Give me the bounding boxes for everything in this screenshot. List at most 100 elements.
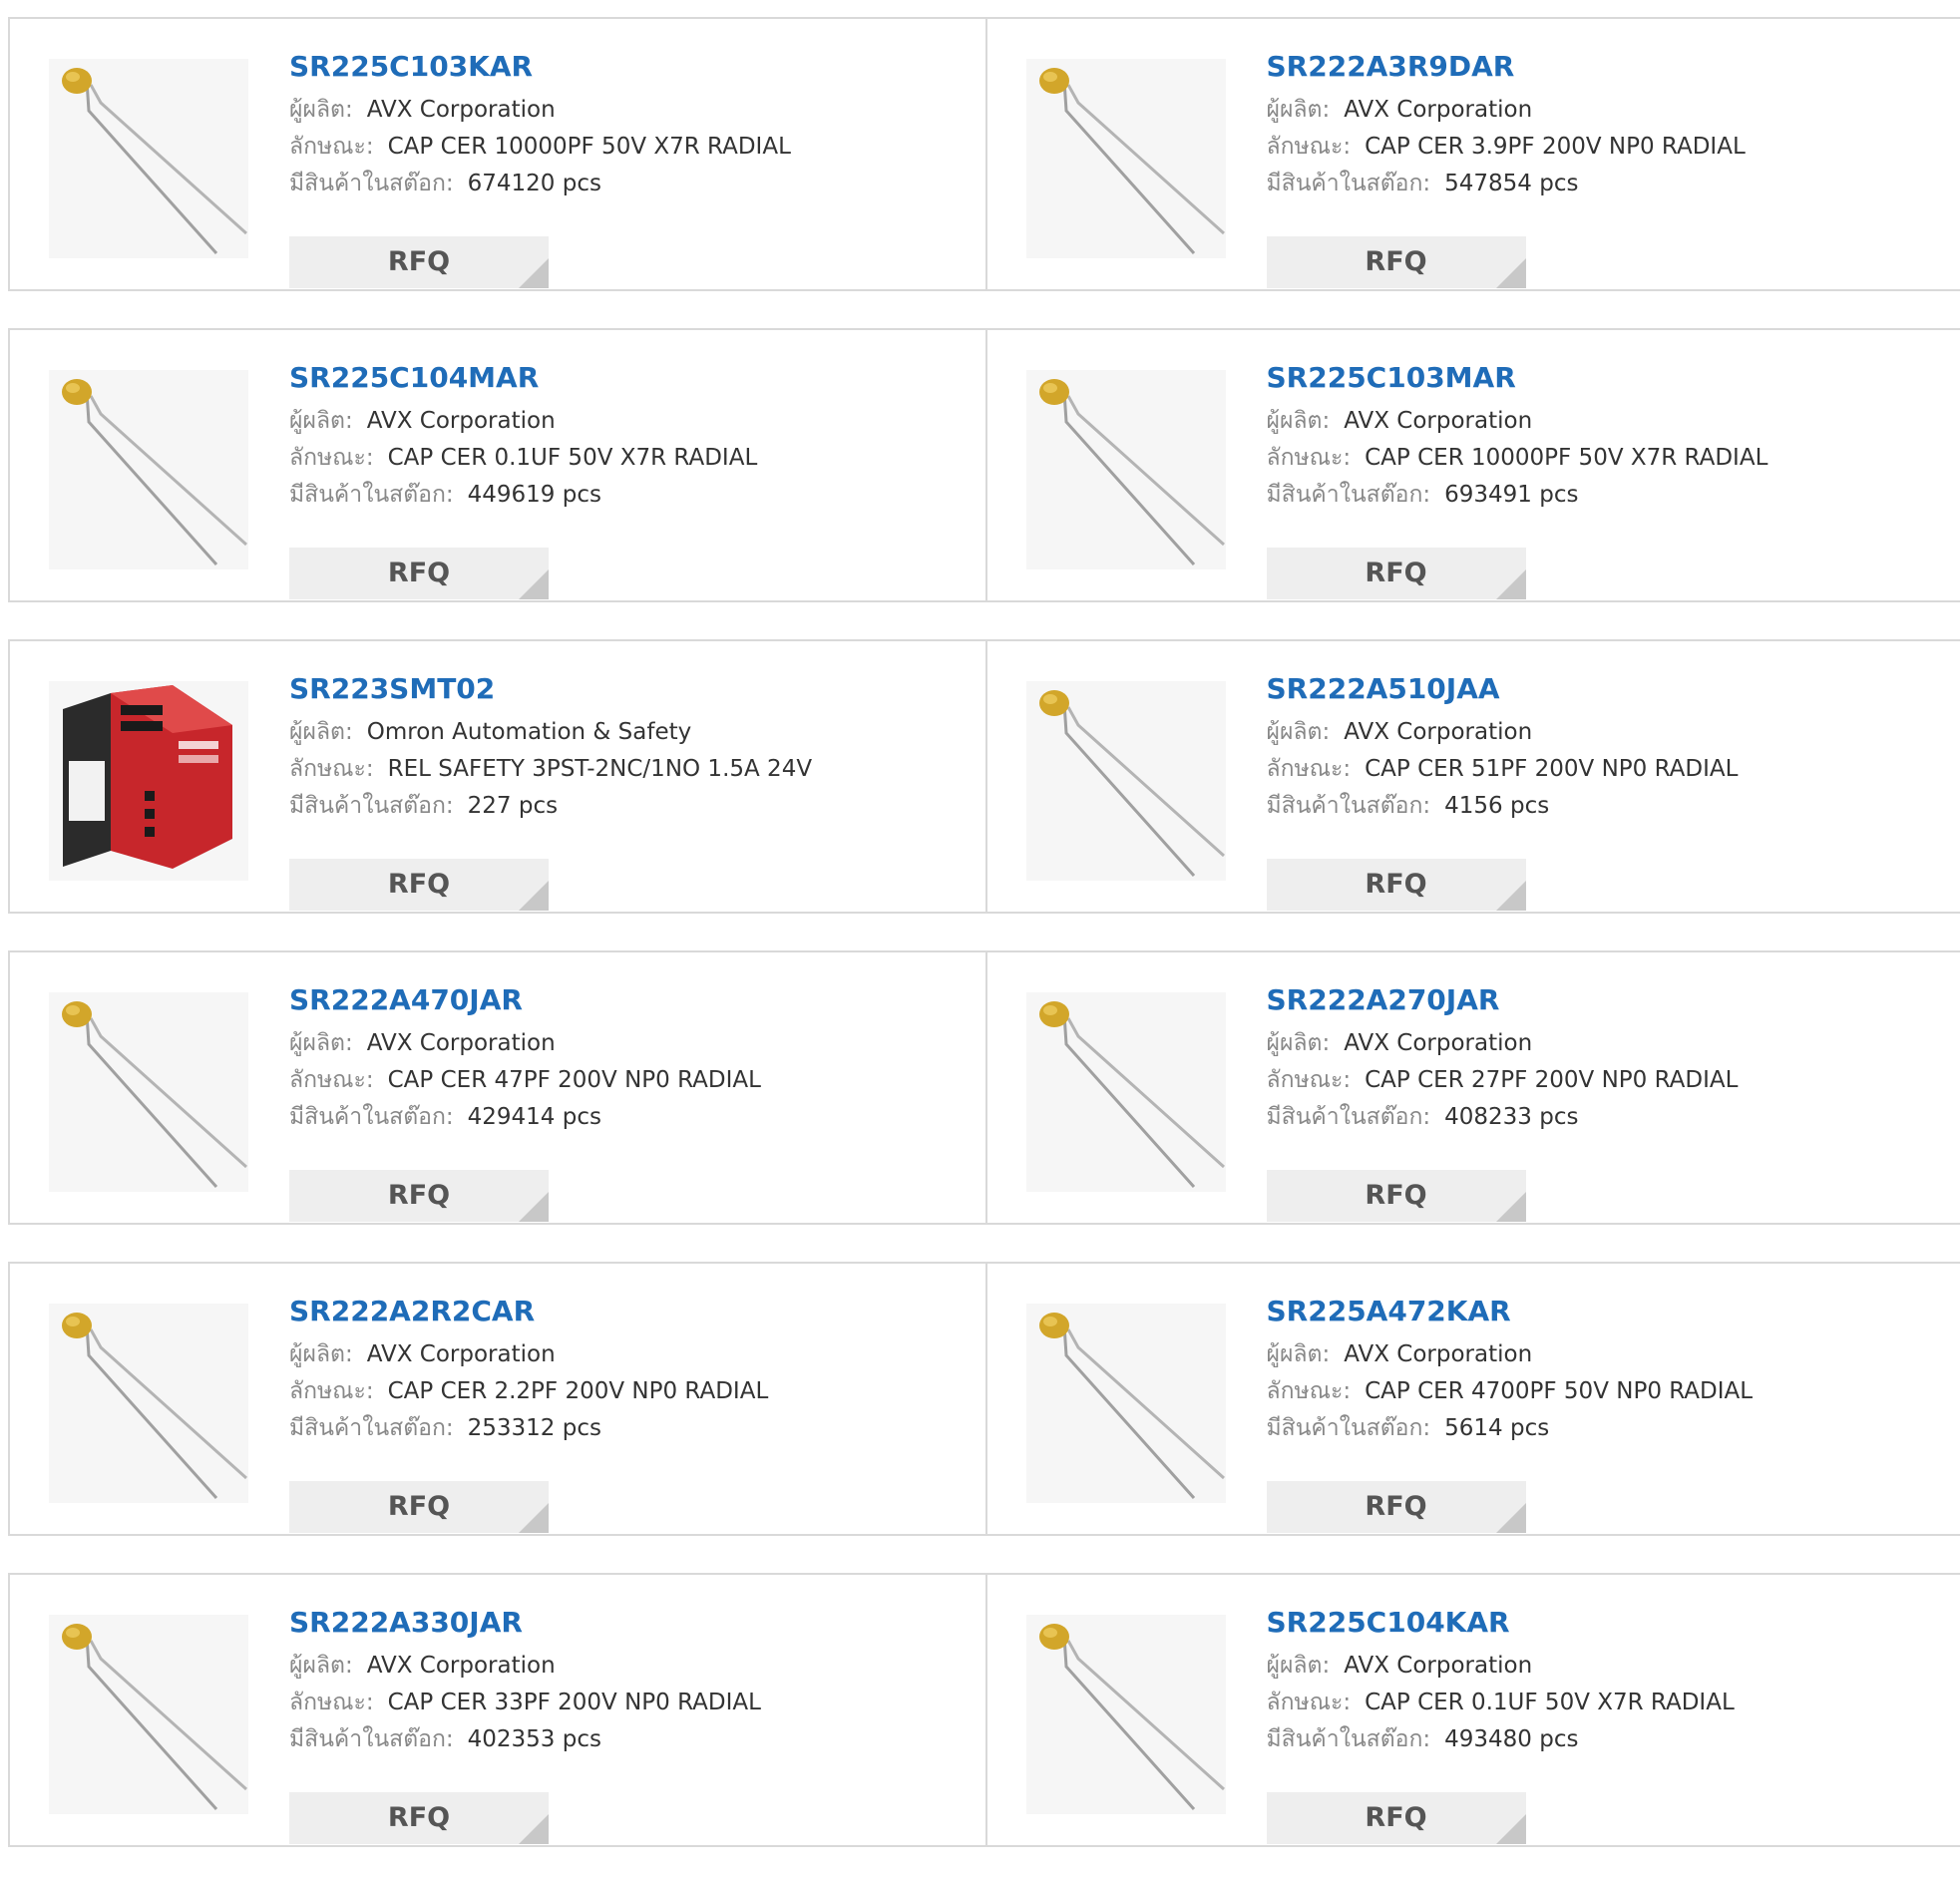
rfq-button[interactable]: RFQ (289, 859, 549, 911)
manufacturer-label: ผู้ผลิต: (289, 1653, 353, 1679)
description-line: ลักษณะ:CAP CER 2.2PF 200V NP0 RADIAL (289, 1376, 976, 1413)
product-image[interactable] (1026, 681, 1226, 881)
corner-triangle-icon (1496, 881, 1526, 911)
rfq-button[interactable]: RFQ (289, 1792, 549, 1844)
rfq-button[interactable]: RFQ (289, 548, 549, 599)
stock-label: มีสินค้าในสต๊อก: (1267, 171, 1431, 196)
description-value: CAP CER 10000PF 50V X7R RADIAL (1365, 445, 1767, 471)
manufacturer-value: Omron Automation & Safety (367, 719, 692, 745)
stock-value: 429414 pcs (468, 1104, 601, 1130)
manufacturer-line: ผู้ผลิต: AVX Corporation (1267, 1339, 1951, 1376)
manufacturer-line: ผู้ผลิต:AVX Corporation (289, 1028, 976, 1065)
stock-value: 449619 pcs (468, 482, 601, 508)
description-line: ลักษณะ:CAP CER 3.9PF 200V NP0 RADIAL (1267, 132, 1951, 169)
product-image[interactable] (1026, 1304, 1226, 1503)
stock-value: 408233 pcs (1444, 1104, 1578, 1130)
rfq-button[interactable]: RFQ (1267, 1170, 1526, 1222)
product-image[interactable] (1026, 1615, 1226, 1814)
part-number-link[interactable]: SR222A330JAR (289, 1605, 976, 1641)
manufacturer-line: ผู้ผลิต:AVX Corporation (289, 1651, 976, 1688)
radial-capacitor-icon (49, 1304, 248, 1503)
product-image[interactable] (49, 992, 248, 1192)
manufacturer-line: ผู้ผลิต:AVX Corporation (1267, 717, 1951, 754)
product-image[interactable] (49, 370, 248, 569)
rfq-button[interactable]: RFQ (1267, 1792, 1526, 1844)
rfq-button[interactable]: RFQ (1267, 859, 1526, 911)
stock-line: มีสินค้าในสต๊อก:4156 pcs (1267, 791, 1951, 828)
description-label: ลักษณะ: (1267, 756, 1352, 782)
radial-capacitor-icon (1026, 1615, 1226, 1814)
manufacturer-label: ผู้ผลิต: (289, 408, 353, 434)
part-number-link[interactable]: SR225C103KAR (289, 49, 976, 85)
manufacturer-value: AVX Corporation (1344, 408, 1532, 434)
product-image[interactable] (1026, 370, 1226, 569)
description-label: ลักษณะ: (289, 134, 374, 160)
rfq-label: RFQ (388, 1802, 450, 1833)
product-row: SR222A330JAR ผู้ผลิต:AVX Corporation ลัก… (8, 1573, 1960, 1847)
stock-value: 674120 pcs (468, 171, 601, 196)
corner-triangle-icon (519, 258, 549, 288)
product-image[interactable] (1026, 59, 1226, 258)
part-number-link[interactable]: SR225A472KAR (1267, 1294, 1951, 1329)
manufacturer-value: AVX Corporation (1344, 1030, 1532, 1056)
corner-triangle-icon (1496, 569, 1526, 599)
manufacturer-line: ผู้ผลิต: Omron Automation & Safety (289, 717, 976, 754)
manufacturer-label: ผู้ผลิต: (289, 719, 353, 745)
part-number-link[interactable]: SR222A510JAA (1267, 671, 1951, 707)
description-label: ลักษณะ: (1267, 445, 1352, 471)
manufacturer-label: ผู้ผลิต: (1267, 1341, 1331, 1367)
description-value: CAP CER 51PF 200V NP0 RADIAL (1365, 756, 1738, 782)
stock-line: มีสินค้าในสต๊อก:547854 pcs (1267, 169, 1951, 205)
corner-triangle-icon (519, 881, 549, 911)
stock-line: มีสินค้าในสต๊อก:493480 pcs (1267, 1724, 1951, 1761)
manufacturer-label: ผู้ผลิต: (1267, 1030, 1331, 1056)
rfq-button[interactable]: RFQ (289, 1170, 549, 1222)
rfq-label: RFQ (1365, 246, 1426, 277)
rfq-button[interactable]: RFQ (1267, 236, 1526, 288)
part-number-link[interactable]: SR225C103MAR (1267, 360, 1951, 396)
manufacturer-label: ผู้ผลิต: (289, 97, 353, 123)
stock-line: มีสินค้าในสต๊อก:227 pcs (289, 791, 976, 828)
rfq-button[interactable]: RFQ (289, 1481, 549, 1533)
manufacturer-value: AVX Corporation (367, 408, 556, 434)
manufacturer-value: AVX Corporation (367, 1341, 556, 1367)
description-line: ลักษณะ:CAP CER 27PF 200V NP0 RADIAL (1267, 1065, 1951, 1102)
part-number-link[interactable]: SR222A2R2CAR (289, 1294, 976, 1329)
manufacturer-value: AVX Corporation (1344, 1341, 1532, 1367)
product-image[interactable] (1026, 992, 1226, 1192)
rfq-button[interactable]: RFQ (1267, 548, 1526, 599)
stock-value: 5614 pcs (1444, 1415, 1549, 1441)
manufacturer-line: ผู้ผลิต:AVX Corporation (1267, 95, 1951, 132)
product-image[interactable] (49, 681, 248, 881)
rfq-label: RFQ (388, 246, 450, 277)
description-line: ลักษณะ:CAP CER 0.1UF 50V X7R RADIAL (289, 443, 976, 480)
product-image[interactable] (49, 1304, 248, 1503)
product-row: SR225C103KAR ผู้ผลิต:AVX Corporation ลัก… (8, 17, 1960, 291)
description-line: ลักษณะ:CAP CER 33PF 200V NP0 RADIAL (289, 1688, 976, 1724)
part-number-link[interactable]: SR222A3R9DAR (1267, 49, 1951, 85)
rfq-label: RFQ (1365, 1491, 1426, 1522)
product-row: SR222A470JAR ผู้ผลิต:AVX Corporation ลัก… (8, 950, 1960, 1225)
product-image[interactable] (49, 59, 248, 258)
corner-triangle-icon (519, 1192, 549, 1222)
description-label: ลักษณะ: (289, 1067, 374, 1093)
part-number-link[interactable]: SR222A270JAR (1267, 982, 1951, 1018)
product-image[interactable] (49, 1615, 248, 1814)
description-value: CAP CER 4700PF 50V NP0 RADIAL (1365, 1378, 1753, 1404)
part-number-link[interactable]: SR225C104KAR (1267, 1605, 1951, 1641)
part-number-link[interactable]: SR225C104MAR (289, 360, 976, 396)
rfq-button[interactable]: RFQ (289, 236, 549, 288)
description-value: CAP CER 0.1UF 50V X7R RADIAL (388, 445, 758, 471)
stock-label: มีสินค้าในสต๊อก: (289, 1415, 454, 1441)
manufacturer-value: AVX Corporation (1344, 97, 1532, 123)
rfq-button[interactable]: RFQ (1267, 1481, 1526, 1533)
product-card: SR225C104KAR ผู้ผลิต:AVX Corporation ลัก… (985, 1575, 1960, 1845)
radial-capacitor-icon (1026, 370, 1226, 569)
stock-line: มีสินค้าในสต๊อก:429414 pcs (289, 1102, 976, 1139)
rfq-label: RFQ (1365, 558, 1426, 588)
stock-label: มีสินค้าในสต๊อก: (1267, 1104, 1431, 1130)
stock-label: มีสินค้าในสต๊อก: (1267, 1415, 1431, 1441)
product-card: SR223SMT02 ผู้ผลิต: Omron Automation & Sa… (10, 641, 985, 912)
part-number-link[interactable]: SR223SMT02 (289, 671, 976, 707)
part-number-link[interactable]: SR222A470JAR (289, 982, 976, 1018)
